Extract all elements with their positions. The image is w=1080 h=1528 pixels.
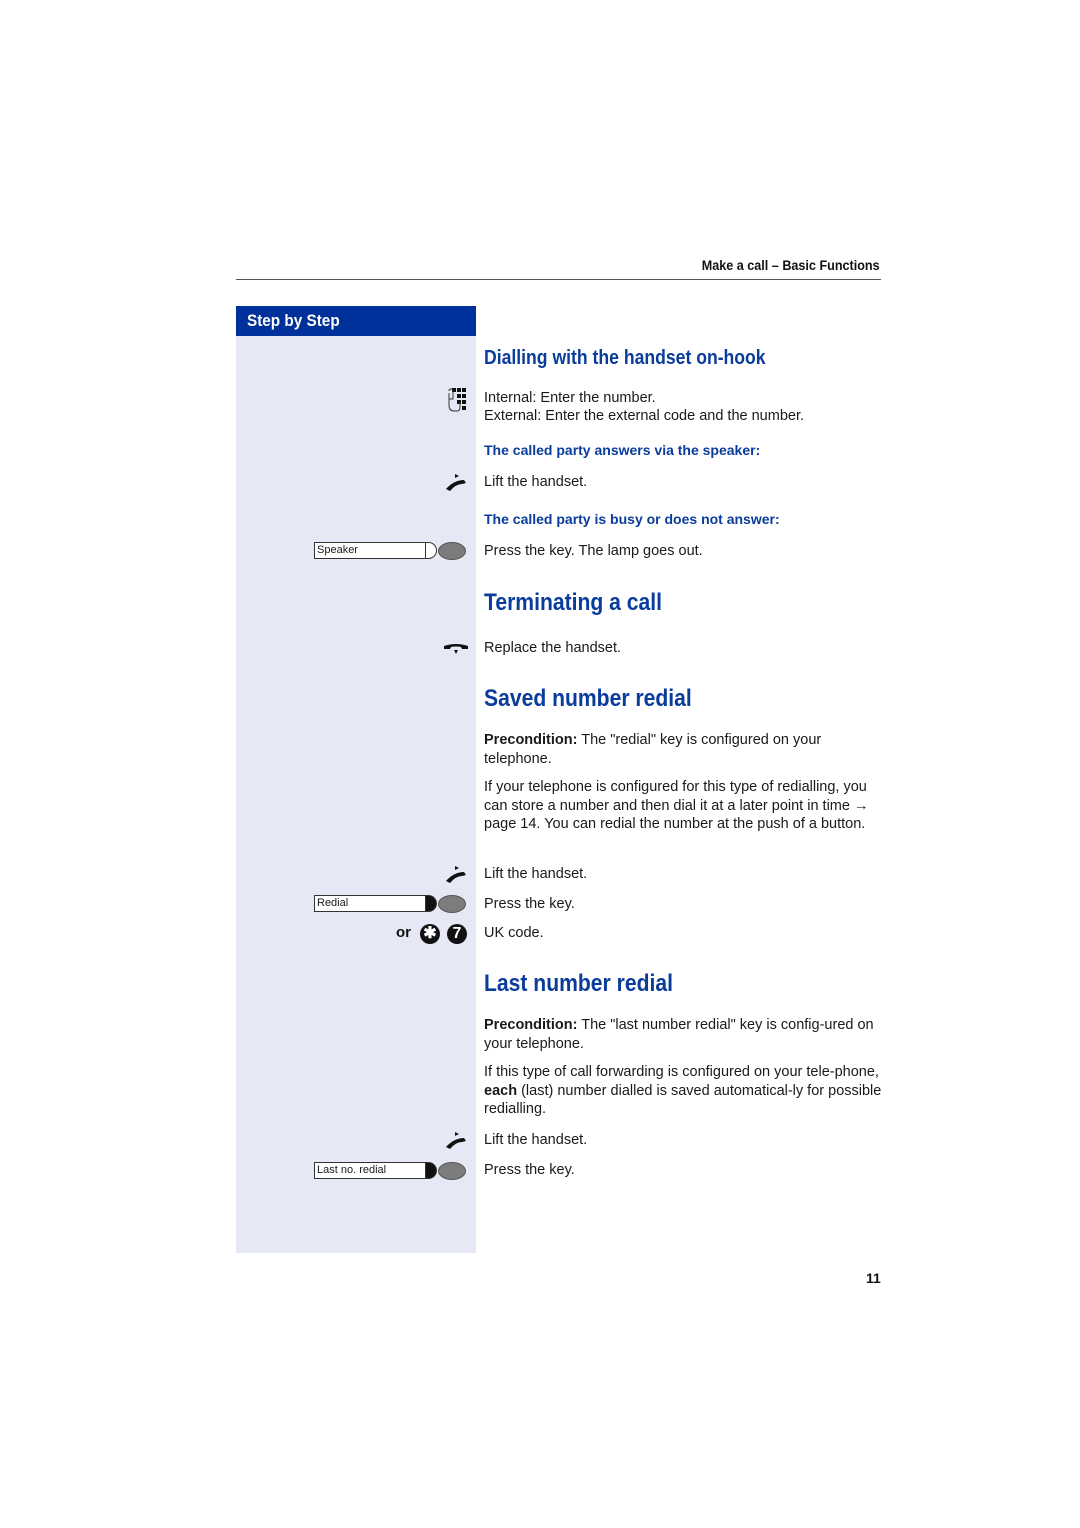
speaker-key[interactable]: Speaker bbox=[314, 542, 426, 559]
running-header: Make a call – Basic Functions bbox=[702, 257, 880, 273]
section-heading-last: Last number redial bbox=[484, 970, 673, 997]
header-divider bbox=[236, 279, 881, 280]
page-number: 11 bbox=[866, 1270, 881, 1286]
lift-handset-icon bbox=[446, 866, 466, 883]
step-sidebar bbox=[236, 306, 476, 1253]
lift-handset-icon bbox=[446, 474, 466, 491]
section-heading-terminating: Terminating a call bbox=[484, 589, 663, 616]
saved-lift-text: Lift the handset. bbox=[484, 866, 588, 882]
external-text: External: Enter the external code and th… bbox=[484, 408, 805, 424]
lamp-icon bbox=[438, 895, 466, 913]
saved-body: If your telephone is configured for this… bbox=[484, 779, 869, 832]
last-body-bold: each bbox=[484, 1082, 518, 1099]
or-label: or bbox=[396, 924, 411, 941]
section-heading-dialling: Dialling with the handset on-hook bbox=[484, 347, 766, 369]
press-key-lamp-text: Press the key. The lamp goes out. bbox=[484, 543, 703, 559]
replace-handset-icon bbox=[444, 644, 468, 654]
star-key-icon: ✱ bbox=[420, 924, 440, 944]
seven-key-icon: 7 bbox=[447, 924, 467, 944]
subheading-busy: The called party is busy or does not ans… bbox=[484, 511, 780, 527]
sidebar-header: Step by Step bbox=[236, 306, 476, 336]
redial-key[interactable]: Redial bbox=[314, 895, 426, 912]
last-lift-text: Lift the handset. bbox=[484, 1132, 588, 1148]
lamp-icon bbox=[438, 1162, 466, 1180]
last-body-post: (last) number dialled is saved automatic… bbox=[484, 1082, 882, 1118]
keypad-icon bbox=[448, 388, 466, 412]
saved-press-text: Press the key. bbox=[484, 896, 575, 912]
last-body: If this type of call forwarding is confi… bbox=[484, 1063, 884, 1119]
subheading-speaker: The called party answers via the speaker… bbox=[484, 442, 761, 458]
uk-code-text: UK code. bbox=[484, 925, 544, 941]
last-no-redial-key-label: Last no. redial bbox=[317, 1164, 387, 1176]
replace-handset-text: Replace the handset. bbox=[484, 640, 622, 656]
internal-text: Internal: Enter the number. bbox=[484, 390, 656, 406]
precondition-label: Precondition: bbox=[484, 1017, 578, 1033]
last-body-pre: If this type of call forwarding is confi… bbox=[484, 1064, 879, 1080]
last-no-redial-key[interactable]: Last no. redial bbox=[314, 1162, 426, 1179]
redial-key-label: Redial bbox=[317, 897, 349, 909]
saved-precondition: Precondition: The "redial" key is config… bbox=[484, 731, 884, 768]
lamp-icon bbox=[438, 542, 466, 560]
last-precondition: Precondition: The "last number redial" k… bbox=[484, 1016, 884, 1053]
lift-handset-icon bbox=[446, 1132, 466, 1149]
last-press-text: Press the key. bbox=[484, 1162, 575, 1178]
section-heading-saved: Saved number redial bbox=[484, 685, 692, 712]
speaker-key-label: Speaker bbox=[317, 544, 358, 556]
precondition-label: Precondition: bbox=[484, 732, 578, 748]
sidebar-title: Step by Step bbox=[247, 311, 340, 330]
lift-handset-text: Lift the handset. bbox=[484, 474, 588, 490]
